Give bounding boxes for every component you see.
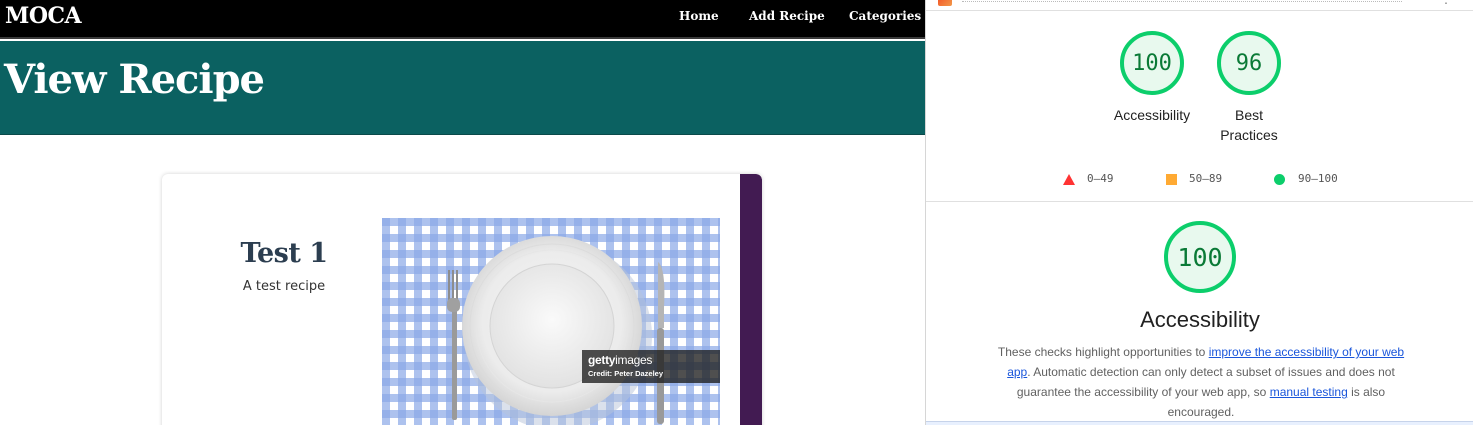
getty-images-watermark: gettyimages Credit: Peter Dazeley bbox=[582, 350, 720, 383]
pass-circle-icon bbox=[1274, 174, 1285, 185]
nav-link-home[interactable]: Home bbox=[679, 9, 719, 23]
lighthouse-icon bbox=[938, 0, 952, 6]
legend-fail: 0–49 bbox=[1087, 172, 1114, 185]
plate-photo bbox=[382, 218, 720, 425]
category-description: These checks highlight opportunities to … bbox=[997, 345, 1405, 419]
card-accent-bar bbox=[740, 174, 762, 425]
recipe-card: Test 1 A test recipe gettyimages Credit:… bbox=[162, 174, 762, 425]
gauge-best-practices[interactable]: 96 bbox=[1216, 30, 1282, 96]
average-square-icon bbox=[1166, 174, 1177, 185]
recipe-title: Test 1 bbox=[240, 238, 328, 269]
category-title: Accessibility bbox=[1140, 307, 1260, 332]
nav-link-categories[interactable]: Categories bbox=[849, 9, 921, 23]
category-score: 100 bbox=[1177, 242, 1223, 272]
devtools-toolbar: ⋮ bbox=[926, 0, 1473, 11]
legend-pass: 90–100 bbox=[1298, 172, 1338, 185]
page-title: View Recipe bbox=[4, 56, 265, 103]
section-divider bbox=[926, 201, 1473, 202]
gauge-label: Accessibility bbox=[1113, 107, 1191, 123]
page-header: View Recipe bbox=[0, 41, 925, 135]
gauge-score: 96 bbox=[1235, 50, 1263, 76]
navbar: MOCA Home Add Recipe Categories bbox=[0, 0, 925, 39]
manual-testing-link[interactable]: manual testing bbox=[1270, 385, 1348, 399]
report-url[interactable] bbox=[962, 0, 1402, 2]
gauge-score: 100 bbox=[1132, 50, 1172, 76]
gauge-accessibility[interactable]: 100 bbox=[1119, 30, 1185, 96]
lighthouse-panel: ⋮ 100 Accessibility 96 Best Practices 0–… bbox=[925, 0, 1473, 425]
category-gauge-accessibility: 100 bbox=[1163, 220, 1237, 294]
fail-triangle-icon bbox=[1063, 174, 1075, 185]
brand-logo[interactable]: MOCA bbox=[5, 3, 82, 29]
legend-average: 50–89 bbox=[1189, 172, 1223, 185]
next-section-edge bbox=[926, 421, 1473, 425]
recipe-image: gettyimages Credit: Peter Dazeley bbox=[382, 218, 720, 425]
recipe-app: MOCA Home Add Recipe Categories View Rec… bbox=[0, 0, 925, 425]
more-options-icon[interactable]: ⋮ bbox=[1440, 0, 1452, 6]
recipe-description: A test recipe bbox=[242, 279, 326, 294]
image-credit: Credit: Peter Dazeley bbox=[588, 369, 664, 378]
gauge-label: Best Practices bbox=[1220, 107, 1278, 143]
nav-link-add-recipe[interactable]: Add Recipe bbox=[749, 9, 825, 23]
